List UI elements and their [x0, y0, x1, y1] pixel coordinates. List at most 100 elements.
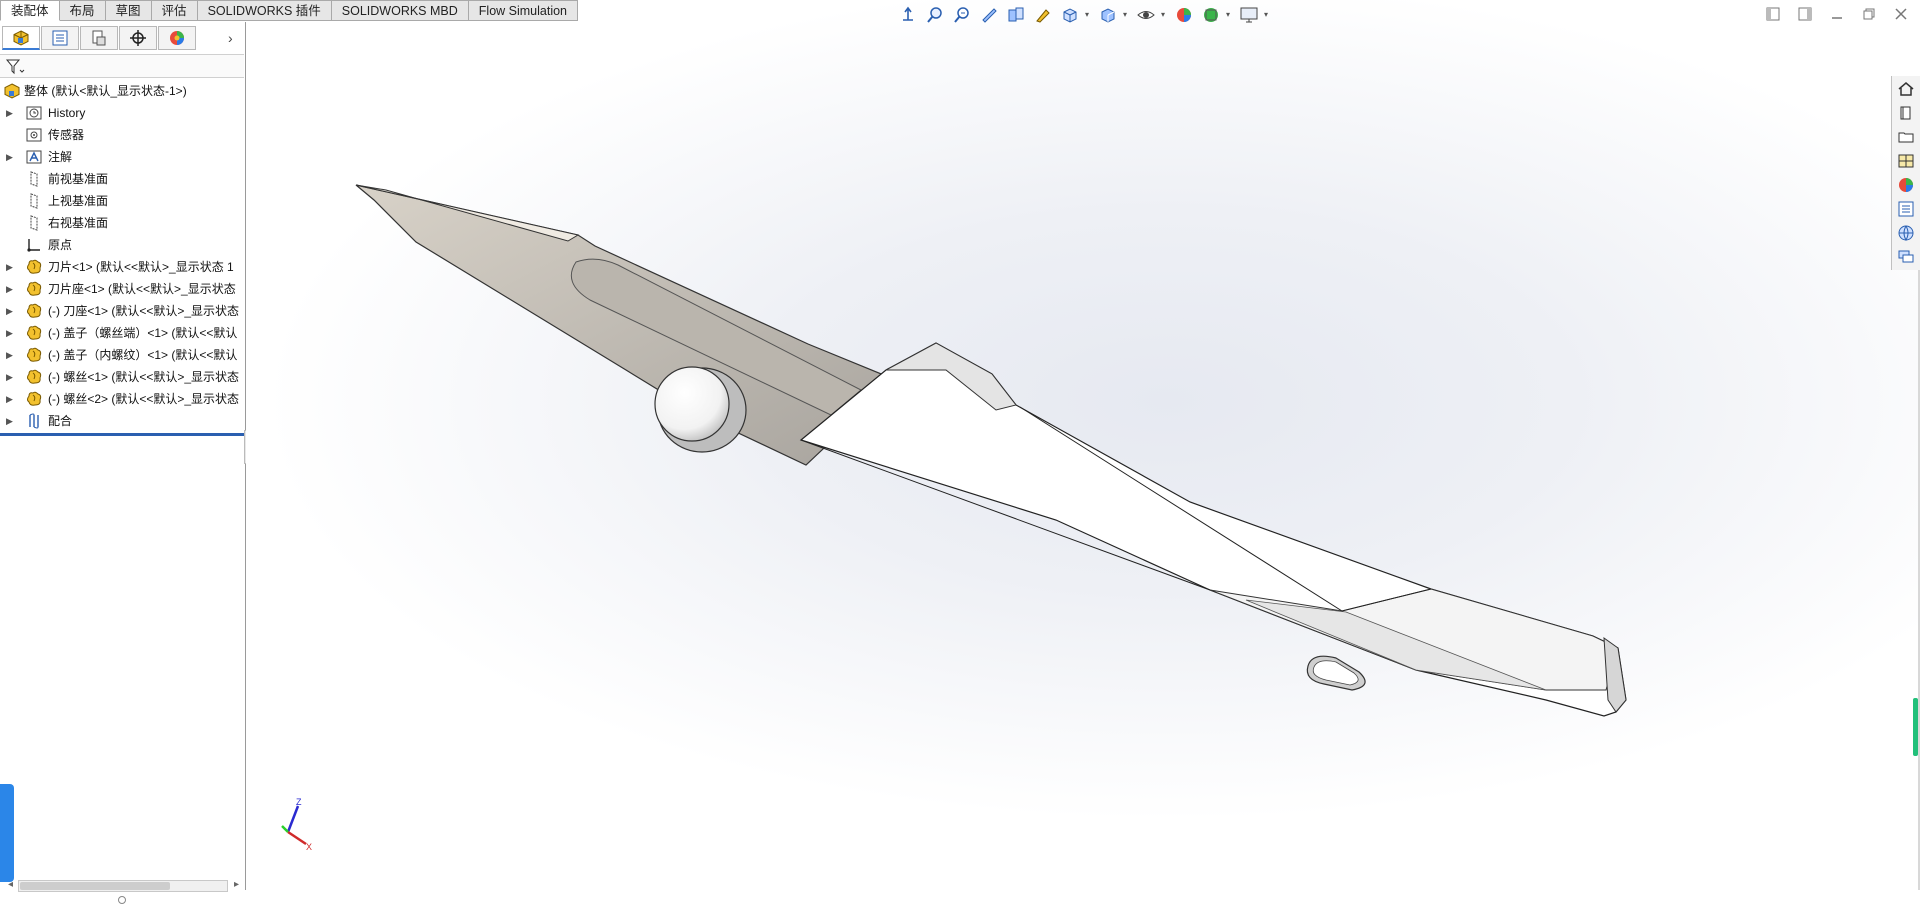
tab-sketch[interactable]: 草图 [105, 0, 152, 21]
expand-arrow-icon[interactable]: ▶ [6, 366, 13, 388]
tab-solidworks-mbd[interactable]: SOLIDWORKS MBD [331, 0, 469, 21]
tab-layout[interactable]: 布局 [59, 0, 106, 21]
design-library-button[interactable] [1893, 102, 1919, 124]
solidworks-forum-button[interactable] [1893, 222, 1919, 244]
triad-y-axis [281, 825, 289, 833]
view-palette-button[interactable] [1893, 150, 1919, 172]
tree-node-label: 上视基准面 [48, 194, 109, 208]
tree-node[interactable]: 原点 [0, 234, 246, 256]
expand-arrow-icon[interactable]: ▶ [6, 256, 13, 278]
tree-root-assembly[interactable]: 整体 (默认<默认_显示状态-1>) [0, 80, 246, 102]
tree-node[interactable]: ▶ 配合 [0, 410, 246, 432]
appearance-ball-icon [1899, 178, 1913, 192]
tree-node-label: 刀片座<1> (默认<<默认>_显示状态 [48, 282, 236, 296]
expand-arrow-icon[interactable]: ▶ [6, 388, 13, 410]
expand-arrow-icon[interactable]: ▶ [6, 410, 13, 432]
tree-node-label: 原点 [48, 238, 73, 252]
configuration-manager-tab[interactable] [80, 26, 118, 50]
expand-arrow-icon[interactable]: ▶ [6, 102, 13, 124]
folder-icon [1898, 132, 1914, 143]
tree-node[interactable]: ▶ (-) 刀座<1> (默认<<默认>_显示状态 [0, 300, 246, 322]
triad-z-axis [286, 805, 300, 833]
tree-node-label: (-) 盖子（螺丝端）<1> (默认<<默认 [48, 326, 238, 340]
tree-node[interactable]: 右视基准面 [0, 212, 246, 234]
expand-arrow-icon[interactable]: ▶ [6, 322, 13, 344]
tree-node[interactable]: ▶ 注解 [0, 146, 246, 168]
scroll-thumb[interactable] [20, 882, 170, 890]
tree-node[interactable]: 上视基准面 [0, 190, 246, 212]
chevron-right-icon[interactable]: › [228, 30, 233, 46]
graphics-viewport[interactable]: ▾ ▾ ▾ ▾ ▾ Z X [246, 0, 1920, 890]
tree-node[interactable]: ▶ 刀片<1> (默认<<默认>_显示状态 1 [0, 256, 246, 278]
file-explorer-button[interactable] [1893, 126, 1919, 148]
sensor-icon [26, 128, 42, 142]
expand-arrow-icon[interactable]: ▶ [6, 278, 13, 300]
tree-node[interactable]: ▶ (-) 螺丝<1> (默认<<默认>_显示状态 [0, 366, 246, 388]
custom-properties-button[interactable] [1893, 198, 1919, 220]
tree-node[interactable]: ▶ (-) 盖子（内螺纹）<1> (默认<<默认 [0, 344, 246, 366]
tab-flow-simulation[interactable]: Flow Simulation [468, 0, 579, 21]
home-icon [1898, 82, 1914, 96]
tree-node[interactable]: ▶ 刀片座<1> (默认<<默认>_显示状态 [0, 278, 246, 300]
tree-node-label: 配合 [48, 414, 73, 428]
globe-icon [1898, 225, 1914, 242]
tab-evaluate[interactable]: 评估 [151, 0, 198, 21]
chat-icon [1898, 250, 1914, 263]
scroll-left-icon[interactable]: ◂ [8, 879, 13, 890]
triad-x-axis [287, 830, 307, 846]
history-icon [26, 106, 42, 120]
appearance-icon [170, 31, 184, 45]
part-icon [27, 325, 42, 340]
tree-node-label: 前视基准面 [48, 172, 109, 186]
view-palette-icon [1898, 154, 1914, 168]
expand-arrow-icon[interactable]: ▶ [6, 146, 13, 168]
property-list-icon [52, 30, 68, 46]
scroll-right-icon[interactable]: ▸ [234, 879, 239, 890]
property-manager-tab[interactable] [41, 26, 79, 50]
tree-node[interactable]: ▶ (-) 盖子（螺丝端）<1> (默认<<默认 [0, 322, 246, 344]
appearances-button[interactable] [1893, 174, 1919, 196]
tree-node[interactable]: 前视基准面 [0, 168, 246, 190]
tab-assembly[interactable]: 装配体 [0, 0, 60, 21]
assembly-icon [13, 29, 29, 46]
filter-input[interactable] [30, 57, 246, 77]
filter-bar [0, 54, 246, 78]
feature-manager-toolbar: › [0, 24, 246, 54]
plane-icon [30, 215, 38, 231]
panel-resize-grip[interactable] [118, 896, 126, 904]
tree-node[interactable]: 传感器 [0, 124, 246, 146]
blade-body[interactable] [355, 184, 898, 466]
filter-icon[interactable] [5, 58, 25, 76]
tree-node-label: History [48, 106, 86, 120]
tab-solidworks-addins[interactable]: SOLIDWORKS 插件 [197, 0, 332, 21]
part-icon [27, 259, 42, 274]
dimxpert-manager-tab[interactable] [119, 26, 157, 50]
tree-node[interactable]: ▶ History [0, 102, 246, 124]
library-icon [1900, 106, 1911, 120]
feature-tree-tab[interactable] [2, 26, 40, 50]
annotation-icon [26, 150, 42, 164]
origin-icon [27, 239, 40, 252]
tree-node-label: (-) 盖子（内螺纹）<1> (默认<<默认 [48, 348, 238, 362]
part-icon [27, 281, 42, 296]
tree-node-label: (-) 螺丝<1> (默认<<默认>_显示状态 [48, 370, 240, 384]
pivot-screw[interactable] [654, 366, 730, 442]
plane-icon [30, 193, 38, 209]
horizontal-scrollbar[interactable]: ◂ ▸ [8, 878, 240, 894]
side-tab[interactable] [0, 784, 14, 882]
triad-x-label: X [306, 842, 312, 852]
display-manager-tab[interactable] [158, 26, 196, 50]
forum-chat-button[interactable] [1893, 246, 1919, 268]
tree-node-label: 注解 [48, 150, 73, 164]
assembly-icon [4, 83, 20, 99]
solidworks-resources-button[interactable] [1893, 78, 1919, 100]
tree-node[interactable]: ▶ (-) 螺丝<2> (默认<<默认>_显示状态 [0, 388, 246, 410]
part-icon [27, 391, 42, 406]
tree-node-label: 刀片<1> (默认<<默认>_显示状态 1 [48, 260, 234, 274]
rollback-bar[interactable] [0, 433, 244, 436]
configuration-icon [92, 30, 106, 46]
expand-arrow-icon[interactable]: ▶ [6, 300, 13, 322]
model-knife-assembly[interactable] [246, 0, 1920, 890]
plane-icon [30, 171, 38, 187]
expand-arrow-icon[interactable]: ▶ [6, 344, 13, 366]
